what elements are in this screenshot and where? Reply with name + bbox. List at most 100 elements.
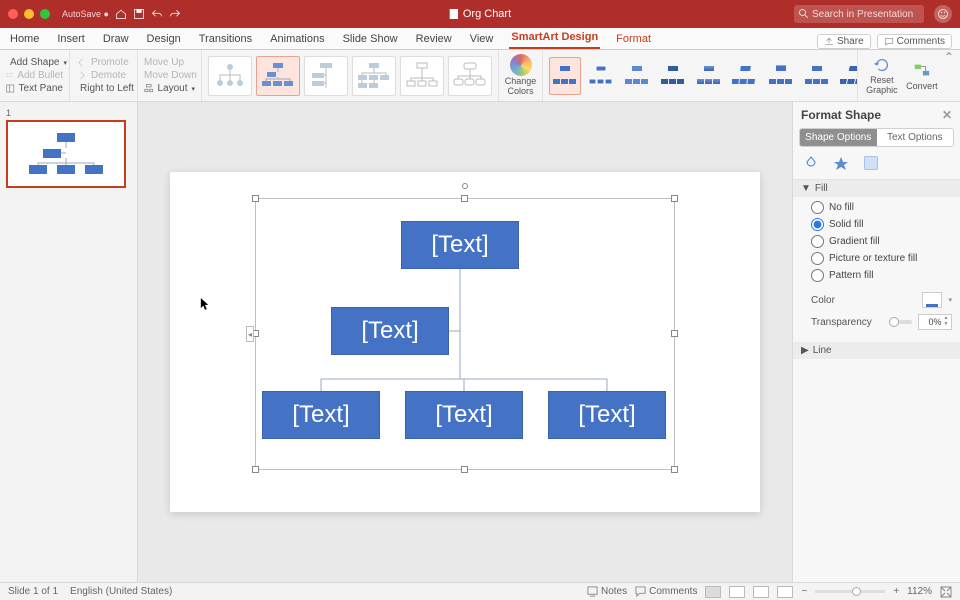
slide-thumbnail-pane[interactable]: 1 <box>0 102 138 582</box>
org-node-assistant[interactable]: [Text] <box>331 307 449 355</box>
tab-review[interactable]: Review <box>414 31 454 49</box>
feedback-button[interactable] <box>934 5 952 23</box>
size-category-icon[interactable] <box>863 155 879 171</box>
style-option-4[interactable] <box>657 57 689 95</box>
tab-text-options[interactable]: Text Options <box>877 129 954 146</box>
fill-color-picker[interactable] <box>922 292 942 308</box>
tab-format[interactable]: Format <box>614 31 653 49</box>
zoom-level[interactable]: 112% <box>907 586 932 597</box>
tab-design[interactable]: Design <box>145 31 183 49</box>
format-pane-tabs: Shape Options Text Options <box>799 128 954 147</box>
convert-button[interactable]: Convert <box>904 61 940 91</box>
section-fill-label: Fill <box>815 183 828 194</box>
right-to-left-button[interactable]: Right to Left <box>76 83 131 94</box>
share-button[interactable]: Share <box>817 34 871 49</box>
org-node-child-3[interactable]: [Text] <box>548 391 666 439</box>
search-input[interactable] <box>794 5 924 23</box>
fill-option-pattern[interactable]: Pattern fill <box>811 269 952 282</box>
share-icon <box>824 37 834 47</box>
fill-option-none[interactable]: No fill <box>811 201 952 214</box>
slide[interactable]: ◂ [Text] [Text] [Text] [Text] [Text] <box>170 172 760 512</box>
redo-icon[interactable] <box>169 8 181 20</box>
style-option-2[interactable] <box>585 57 617 95</box>
transparency-stepper[interactable]: 0% ▲▼ <box>918 314 952 330</box>
tab-slide-show[interactable]: Slide Show <box>341 31 400 49</box>
style-option-9[interactable] <box>837 57 858 95</box>
layout-option-5[interactable] <box>400 56 444 96</box>
slide-thumbnail-1[interactable] <box>6 120 126 188</box>
tab-draw[interactable]: Draw <box>101 31 131 49</box>
layout-button[interactable]: Layout ▾ <box>144 83 195 94</box>
minimize-window-button[interactable] <box>24 9 34 19</box>
fill-option-picture[interactable]: Picture or texture fill <box>811 252 952 265</box>
move-up-button: Move Up <box>144 57 195 68</box>
style-option-1[interactable] <box>549 57 581 95</box>
format-pane-title-text: Format Shape <box>801 108 881 122</box>
notes-button[interactable]: Notes <box>587 586 627 597</box>
style-option-7[interactable] <box>765 57 797 95</box>
fill-line-category-icon[interactable] <box>803 155 819 171</box>
layout-option-1[interactable] <box>208 56 252 96</box>
rotation-handle[interactable] <box>462 183 468 189</box>
comments-button[interactable]: Comments <box>877 34 952 49</box>
language-indicator[interactable]: English (United States) <box>70 586 172 597</box>
view-normal-button[interactable] <box>705 586 721 598</box>
reset-graphic-button[interactable]: Reset Graphic <box>864 56 900 95</box>
smartart-selection[interactable]: ◂ [Text] [Text] [Text] [Text] [Text] <box>255 198 675 470</box>
zoom-in-button[interactable]: + <box>893 586 899 597</box>
format-pane-close-button[interactable]: ✕ <box>942 108 952 122</box>
tab-smartart-design[interactable]: SmartArt Design <box>509 29 600 49</box>
tab-animations[interactable]: Animations <box>268 31 326 49</box>
fill-option-gradient[interactable]: Gradient fill <box>811 235 952 248</box>
tab-shape-options[interactable]: Shape Options <box>800 129 877 146</box>
view-sorter-button[interactable] <box>729 586 745 598</box>
section-header-fill[interactable]: ▼ Fill <box>793 180 960 197</box>
zoom-out-button[interactable]: − <box>801 586 807 597</box>
style-option-6[interactable] <box>729 57 761 95</box>
status-comments-button[interactable]: Comments <box>635 586 697 597</box>
layout-option-3[interactable] <box>304 56 348 96</box>
tab-view[interactable]: View <box>468 31 496 49</box>
cursor-icon <box>200 297 210 311</box>
comment-icon <box>884 37 894 47</box>
save-icon[interactable] <box>133 8 145 20</box>
zoom-slider[interactable] <box>815 590 885 593</box>
demote-icon <box>76 70 87 81</box>
undo-icon[interactable] <box>151 8 163 20</box>
org-node-child-2[interactable]: [Text] <box>405 391 523 439</box>
view-reading-button[interactable] <box>753 586 769 598</box>
fit-to-window-button[interactable] <box>940 586 952 598</box>
add-shape-button[interactable]: Add Shape ▾ <box>6 57 63 68</box>
tab-home[interactable]: Home <box>8 31 41 49</box>
collapse-ribbon-button[interactable]: ⌃ <box>944 50 954 64</box>
picture-fill-label: Picture or texture fill <box>829 253 917 264</box>
tab-insert[interactable]: Insert <box>55 31 87 49</box>
org-node-root[interactable]: [Text] <box>401 221 519 269</box>
slide-canvas-area[interactable]: ◂ [Text] [Text] [Text] [Text] [Text] <box>138 102 792 582</box>
style-option-8[interactable] <box>801 57 833 95</box>
home-icon[interactable] <box>115 8 127 20</box>
autosave-toggle[interactable]: AutoSave ● <box>62 9 109 19</box>
style-option-3[interactable] <box>621 57 653 95</box>
text-pane-button[interactable]: Text Pane <box>6 83 63 94</box>
workspace: 1 ◂ <box>0 102 960 582</box>
add-bullet-label: Add Bullet <box>17 70 63 81</box>
change-colors-button[interactable]: Change Colors <box>499 50 543 101</box>
style-option-5[interactable] <box>693 57 725 95</box>
section-header-line[interactable]: ▶ Line <box>793 342 960 359</box>
slide-counter[interactable]: Slide 1 of 1 <box>8 586 58 597</box>
tab-transitions[interactable]: Transitions <box>197 31 254 49</box>
fill-option-solid[interactable]: Solid fill <box>811 218 952 231</box>
org-node-child-2-text: [Text] <box>435 401 492 429</box>
layout-option-4[interactable] <box>352 56 396 96</box>
layout-option-6[interactable] <box>448 56 492 96</box>
transparency-slider[interactable] <box>889 320 912 324</box>
effects-category-icon[interactable] <box>833 155 849 171</box>
org-node-child-1[interactable]: [Text] <box>262 391 380 439</box>
text-pane-toggle[interactable]: ◂ <box>246 326 254 342</box>
presentation-icon <box>449 8 459 20</box>
zoom-window-button[interactable] <box>40 9 50 19</box>
view-slideshow-button[interactable] <box>777 586 793 598</box>
layout-option-2[interactable] <box>256 56 300 96</box>
close-window-button[interactable] <box>8 9 18 19</box>
